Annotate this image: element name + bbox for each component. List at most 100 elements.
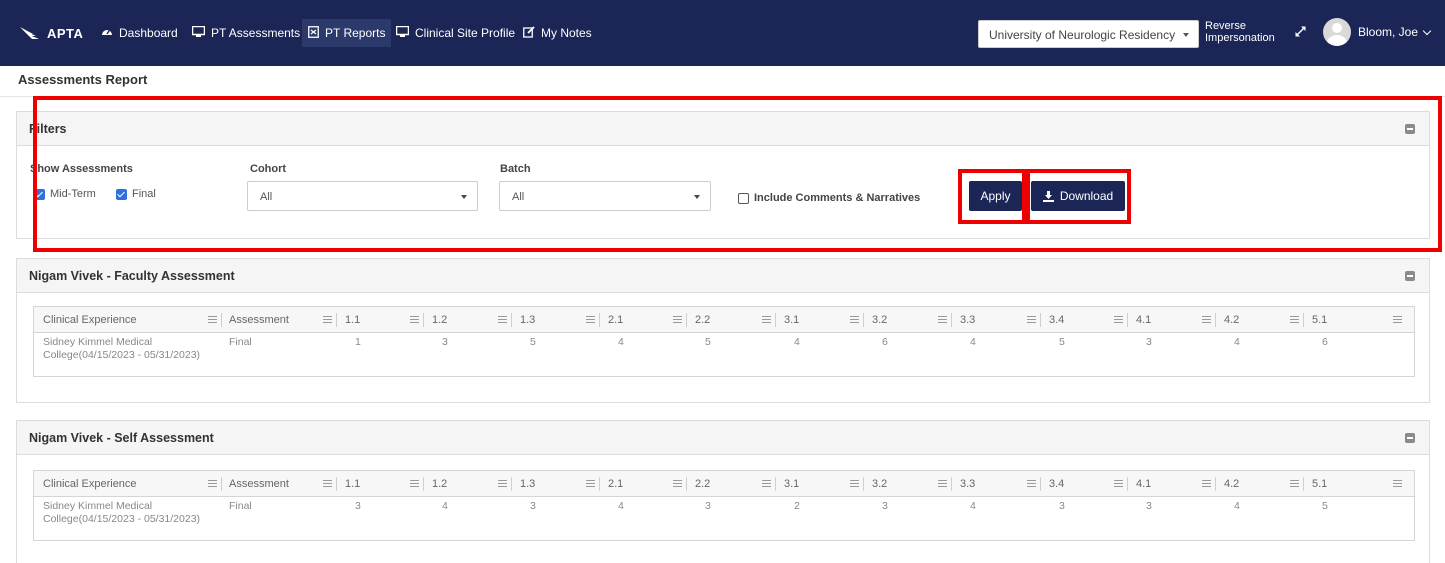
column-header[interactable]: 1.3 xyxy=(520,478,535,490)
clinical-experience-line1: Sidney Kimmel Medical xyxy=(43,336,153,348)
user-menu[interactable]: Bloom, Joe xyxy=(1358,25,1432,39)
faculty-grid: Clinical Experience Assessment 1.1 1.2 1.3 2.… xyxy=(33,306,1415,377)
column-menu-icon[interactable] xyxy=(1290,480,1299,487)
column-menu-icon[interactable] xyxy=(1114,316,1123,323)
column-header[interactable]: 3.2 xyxy=(872,478,887,490)
column-menu-icon[interactable] xyxy=(1290,316,1299,323)
column-menu-icon[interactable] xyxy=(762,480,771,487)
column-header[interactable]: 4.1 xyxy=(1136,314,1151,326)
column-header[interactable]: 5.1 xyxy=(1312,478,1327,490)
column-separator xyxy=(1040,477,1041,491)
collapse-icon[interactable] xyxy=(1405,271,1415,281)
column-separator xyxy=(863,477,864,491)
score-cell: 3 xyxy=(705,500,711,512)
column-menu-icon[interactable] xyxy=(673,480,682,487)
column-separator xyxy=(1215,313,1216,327)
column-header[interactable]: Clinical Experience xyxy=(43,314,137,326)
column-menu-icon[interactable] xyxy=(1202,480,1211,487)
column-separator xyxy=(686,313,687,327)
column-menu-icon[interactable] xyxy=(323,480,332,487)
column-header[interactable]: 4.1 xyxy=(1136,478,1151,490)
faculty-assessment-panel: Nigam Vivek - Faculty Assessment Clinica… xyxy=(16,258,1430,403)
column-header[interactable]: 5.1 xyxy=(1312,314,1327,326)
column-menu-icon[interactable] xyxy=(1393,480,1402,487)
institution-select[interactable]: University of Neurologic Residency xyxy=(978,20,1199,48)
column-menu-icon[interactable] xyxy=(673,316,682,323)
column-menu-icon[interactable] xyxy=(762,316,771,323)
column-menu-icon[interactable] xyxy=(938,316,947,323)
collapse-icon[interactable] xyxy=(1405,433,1415,443)
reverse-impersonation-link[interactable]: Reverse Impersonation xyxy=(1205,20,1275,44)
column-header[interactable]: 3.1 xyxy=(784,478,799,490)
user-avatar[interactable] xyxy=(1323,18,1351,46)
column-header[interactable]: Assessment xyxy=(229,314,289,326)
column-menu-icon[interactable] xyxy=(938,480,947,487)
nav-clinical-site-profile[interactable]: Clinical Site Profile xyxy=(395,22,516,44)
column-header[interactable]: 1.1 xyxy=(345,478,360,490)
monitor-icon xyxy=(395,25,410,40)
clinical-experience-line1: Sidney Kimmel Medical xyxy=(43,500,153,512)
column-header[interactable]: 4.2 xyxy=(1224,478,1239,490)
column-header[interactable]: 3.3 xyxy=(960,478,975,490)
column-header[interactable]: 1.1 xyxy=(345,314,360,326)
column-separator xyxy=(1215,477,1216,491)
score-cell: 4 xyxy=(618,500,624,512)
column-header[interactable]: 2.1 xyxy=(608,478,623,490)
column-menu-icon[interactable] xyxy=(410,480,419,487)
column-menu-icon[interactable] xyxy=(1027,316,1036,323)
column-header[interactable]: 3.1 xyxy=(784,314,799,326)
column-separator xyxy=(599,313,600,327)
self-panel-title: Nigam Vivek - Self Assessment xyxy=(29,431,214,445)
column-menu-icon[interactable] xyxy=(498,480,507,487)
nav-my-notes[interactable]: My Notes xyxy=(523,22,592,44)
column-menu-icon[interactable] xyxy=(323,316,332,323)
column-menu-icon[interactable] xyxy=(208,316,217,323)
column-separator xyxy=(1303,313,1304,327)
column-header[interactable]: 2.2 xyxy=(695,314,710,326)
column-menu-icon[interactable] xyxy=(1114,480,1123,487)
column-header[interactable]: 1.2 xyxy=(432,478,447,490)
column-header[interactable]: 1.2 xyxy=(432,314,447,326)
nav-pt-reports[interactable]: PT Reports xyxy=(302,19,392,47)
column-menu-icon[interactable] xyxy=(1027,480,1036,487)
column-separator xyxy=(775,477,776,491)
column-menu-icon[interactable] xyxy=(586,480,595,487)
column-menu-icon[interactable] xyxy=(850,480,859,487)
column-header[interactable]: 3.4 xyxy=(1049,314,1064,326)
column-header[interactable]: 3.2 xyxy=(872,314,887,326)
column-header[interactable]: 2.2 xyxy=(695,478,710,490)
faculty-panel-title: Nigam Vivek - Faculty Assessment xyxy=(29,269,235,283)
assessment-cell: Final xyxy=(229,500,252,512)
score-cell: 3 xyxy=(442,336,448,348)
score-cell: 4 xyxy=(618,336,624,348)
top-navbar: APTA Dashboard PT Assessments PT Reports… xyxy=(0,0,1445,66)
nav-my-notes-label: My Notes xyxy=(541,26,592,40)
column-header[interactable]: 1.3 xyxy=(520,314,535,326)
score-cell: 3 xyxy=(1059,500,1065,512)
nav-pt-assessments[interactable]: PT Assessments xyxy=(191,22,301,44)
column-menu-icon[interactable] xyxy=(498,316,507,323)
column-menu-icon[interactable] xyxy=(586,316,595,323)
column-menu-icon[interactable] xyxy=(410,316,419,323)
nav-pt-assessments-label: PT Assessments xyxy=(211,26,301,40)
column-menu-icon[interactable] xyxy=(1393,316,1402,323)
column-header[interactable]: 3.4 xyxy=(1049,478,1064,490)
column-menu-icon[interactable] xyxy=(1202,316,1211,323)
score-cell: 4 xyxy=(794,336,800,348)
expand-icon[interactable] xyxy=(1294,25,1307,41)
column-header[interactable]: 4.2 xyxy=(1224,314,1239,326)
column-header[interactable]: Assessment xyxy=(229,478,289,490)
column-menu-icon[interactable] xyxy=(208,480,217,487)
nav-clinical-site-profile-label: Clinical Site Profile xyxy=(415,26,516,40)
column-header[interactable]: 3.3 xyxy=(960,314,975,326)
column-separator xyxy=(221,477,222,491)
column-separator xyxy=(511,477,512,491)
column-menu-icon[interactable] xyxy=(850,316,859,323)
score-cell: 4 xyxy=(970,336,976,348)
nav-dashboard[interactable]: Dashboard xyxy=(101,22,178,44)
clinical-experience-cell: Sidney Kimmel Medical College(04/15/2023 … xyxy=(43,500,200,526)
score-cell: 3 xyxy=(1146,336,1152,348)
column-header[interactable]: Clinical Experience xyxy=(43,478,137,490)
column-header[interactable]: 2.1 xyxy=(608,314,623,326)
apta-logo[interactable]: APTA xyxy=(19,22,83,44)
